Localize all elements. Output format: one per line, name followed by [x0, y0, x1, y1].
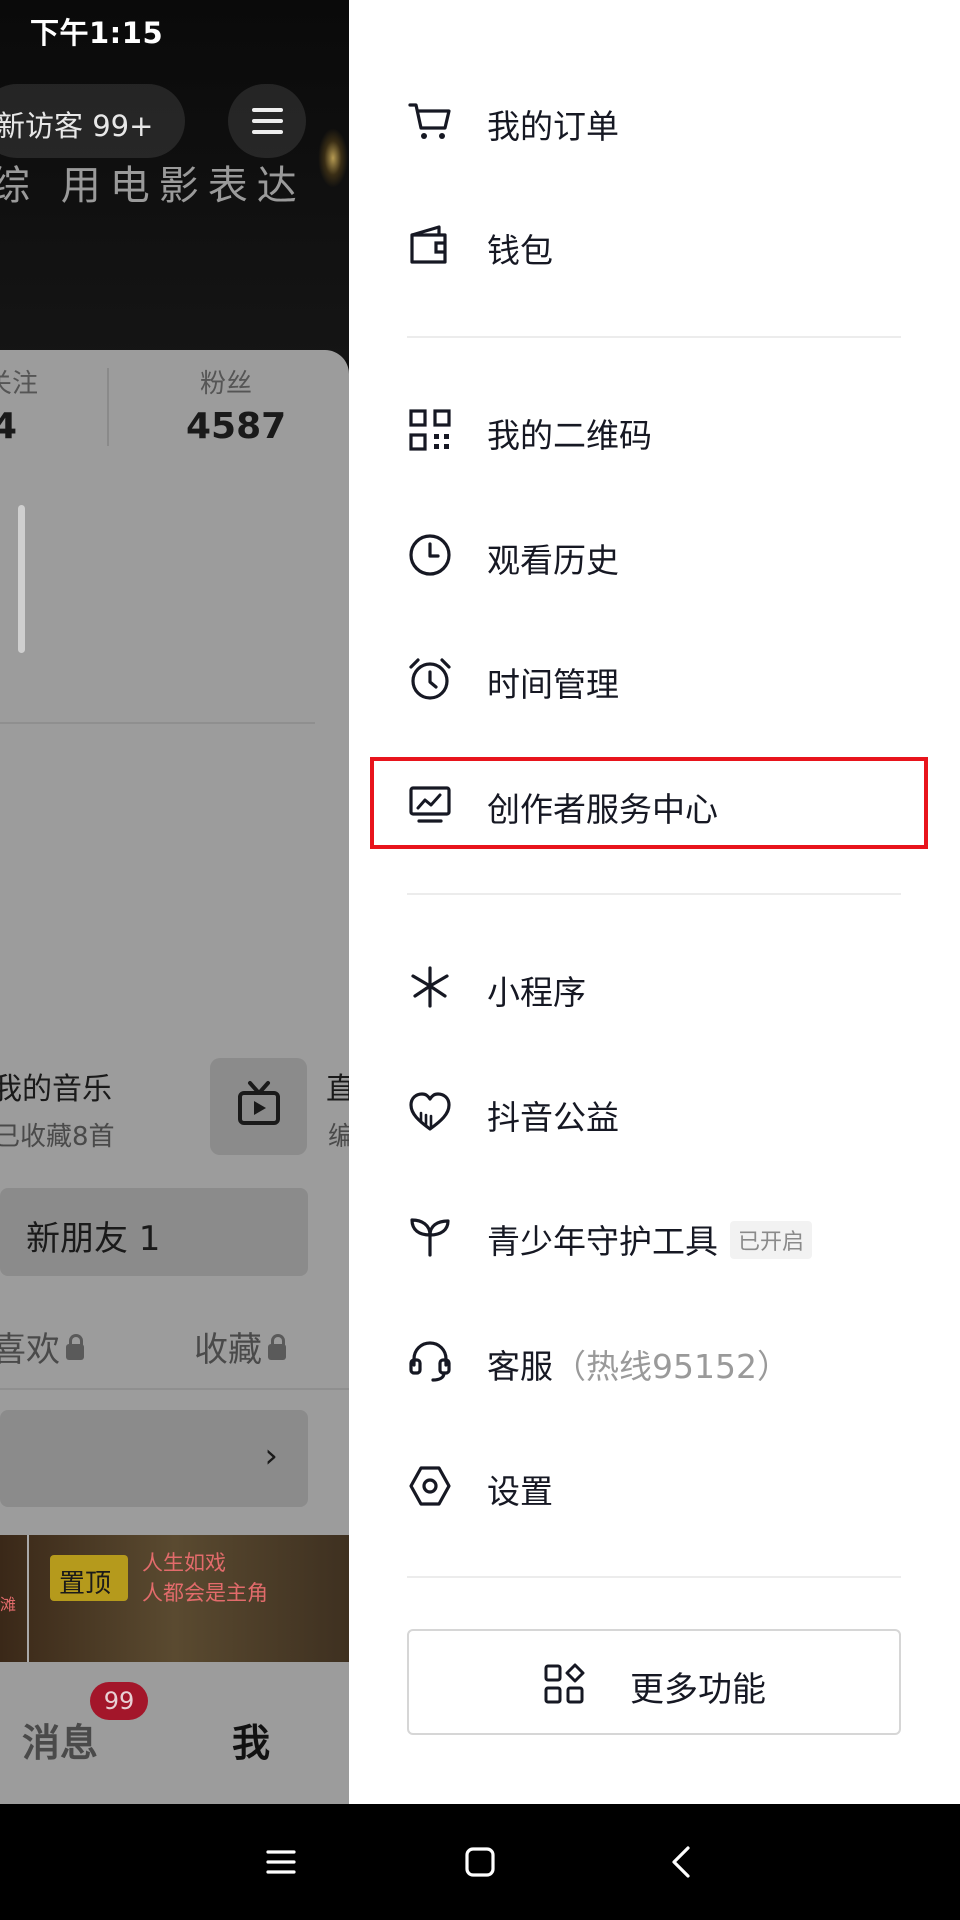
profile-slogan: 综 用电影表达 — [0, 163, 306, 209]
expand-row[interactable]: › — [0, 1410, 308, 1507]
menu-item-label: 抖音公益 — [487, 1098, 619, 1137]
new-visitors-button[interactable]: 新访客 99+ — [0, 84, 185, 158]
menu-item-label: 设置 — [487, 1472, 553, 1511]
menu-item-label: 青少年守护工具 已开启 — [487, 1215, 813, 1263]
following-count[interactable]: 4 — [0, 406, 17, 447]
following-label: 关注 — [0, 369, 39, 399]
home-icon[interactable] — [458, 1840, 502, 1884]
menu-item-label: 钱包 — [487, 231, 553, 270]
alarm-icon — [409, 658, 451, 700]
live-button[interactable] — [210, 1058, 307, 1155]
divider — [407, 1576, 901, 1578]
new-visitors-label: 新访客 99+ — [0, 109, 154, 143]
menu-item-settings[interactable]: 设置 — [407, 1445, 907, 1525]
qr-code-icon — [409, 409, 451, 451]
cart-icon — [408, 103, 451, 139]
menu-item-label: 我的订单 — [487, 107, 619, 146]
menu-item-wallet[interactable]: 钱包 — [407, 204, 907, 284]
sprout-icon — [410, 1218, 450, 1257]
lock-icon — [66, 1333, 84, 1360]
new-friends-button[interactable]: 新朋友 1 — [0, 1188, 308, 1276]
settings-hex-icon — [409, 1466, 451, 1506]
more-features-button[interactable]: 更多功能 — [407, 1629, 901, 1735]
headset-icon — [409, 1341, 451, 1382]
my-music-title[interactable]: 我的音乐 — [0, 1064, 112, 1108]
video-caption: 滩 — [0, 1595, 17, 1614]
chevron-right-icon: › — [264, 1436, 278, 1476]
menu-item-my-orders[interactable]: 我的订单 — [407, 80, 907, 160]
menu-item-label: 时间管理 — [487, 665, 619, 704]
menu-item-mini-programs[interactable]: 小程序 — [407, 946, 907, 1026]
tv-play-icon — [238, 1081, 280, 1125]
pinned-label: 置顶 — [59, 1569, 112, 1599]
fans-count[interactable]: 4587 — [186, 406, 286, 447]
status-badge: 已开启 — [730, 1221, 813, 1259]
stats-divider — [107, 368, 109, 446]
mini-program-icon — [411, 966, 449, 1008]
charity-heart-icon — [409, 1092, 451, 1131]
menu-item-label: 观看历史 — [487, 541, 619, 580]
video-caption: 人都会是主角 — [142, 1581, 268, 1605]
cover-decoration — [318, 128, 348, 188]
menu-item-label: 小程序 — [487, 973, 586, 1012]
back-icon[interactable] — [660, 1840, 704, 1884]
menu-icon — [252, 108, 283, 112]
tab-likes-label: 喜欢 — [0, 1330, 60, 1370]
highlight-box — [370, 757, 928, 849]
my-music-subtitle: 已收藏8首 — [0, 1122, 115, 1152]
menu-button[interactable] — [228, 84, 306, 158]
video-caption: 人生如戏 — [142, 1551, 226, 1575]
new-friends-label: 新朋友 1 — [26, 1219, 161, 1259]
lock-icon — [268, 1333, 286, 1360]
pinned-badge: 置顶 — [50, 1555, 128, 1601]
live-subtitle: 编 — [328, 1122, 349, 1152]
divider — [407, 336, 901, 338]
apps-grid-icon — [544, 1663, 585, 1704]
nav-me[interactable]: 我 — [232, 1712, 270, 1767]
video-thumbnail[interactable]: 滩 置顶 人生如戏 人都会是主角 — [0, 1535, 349, 1662]
menu-item-watch-history[interactable]: 观看历史 — [407, 514, 907, 594]
wallet-icon — [410, 225, 447, 264]
system-navigation-bar — [0, 1804, 960, 1920]
more-features-label: 更多功能 — [630, 1670, 766, 1710]
tab-likes[interactable]: 喜欢 — [0, 1322, 84, 1371]
scroll-indicator — [18, 505, 25, 653]
recent-apps-icon[interactable] — [259, 1840, 303, 1884]
menu-item-label: 客服（热线95152） — [487, 1347, 790, 1386]
status-time: 下午1:15 — [30, 16, 164, 50]
clock-icon — [409, 534, 451, 576]
divider — [0, 722, 315, 724]
menu-item-time-management[interactable]: 时间管理 — [407, 638, 907, 718]
message-badge: 99 — [90, 1682, 148, 1720]
profile-background: 下午1:15 新访客 99+ 综 用电影表达 关注 4 粉丝 4587 我的音乐… — [0, 0, 349, 1804]
menu-item-charity[interactable]: 抖音公益 — [407, 1071, 907, 1151]
menu-item-teen-protection[interactable]: 青少年守护工具 已开启 — [407, 1195, 907, 1275]
live-title: 直 — [326, 1072, 349, 1107]
menu-item-label: 我的二维码 — [487, 416, 652, 455]
fans-label: 粉丝 — [200, 369, 253, 399]
tab-favorites[interactable]: 收藏 — [194, 1322, 286, 1371]
tab-favorites-label: 收藏 — [194, 1330, 262, 1370]
menu-item-customer-service[interactable]: 客服（热线95152） — [407, 1320, 907, 1400]
hotline-hint: （热线95152） — [553, 1347, 790, 1386]
divider — [407, 893, 901, 895]
nav-messages[interactable]: 消息 — [22, 1712, 98, 1767]
divider — [0, 1388, 349, 1390]
menu-item-qr-code[interactable]: 我的二维码 — [407, 389, 907, 469]
